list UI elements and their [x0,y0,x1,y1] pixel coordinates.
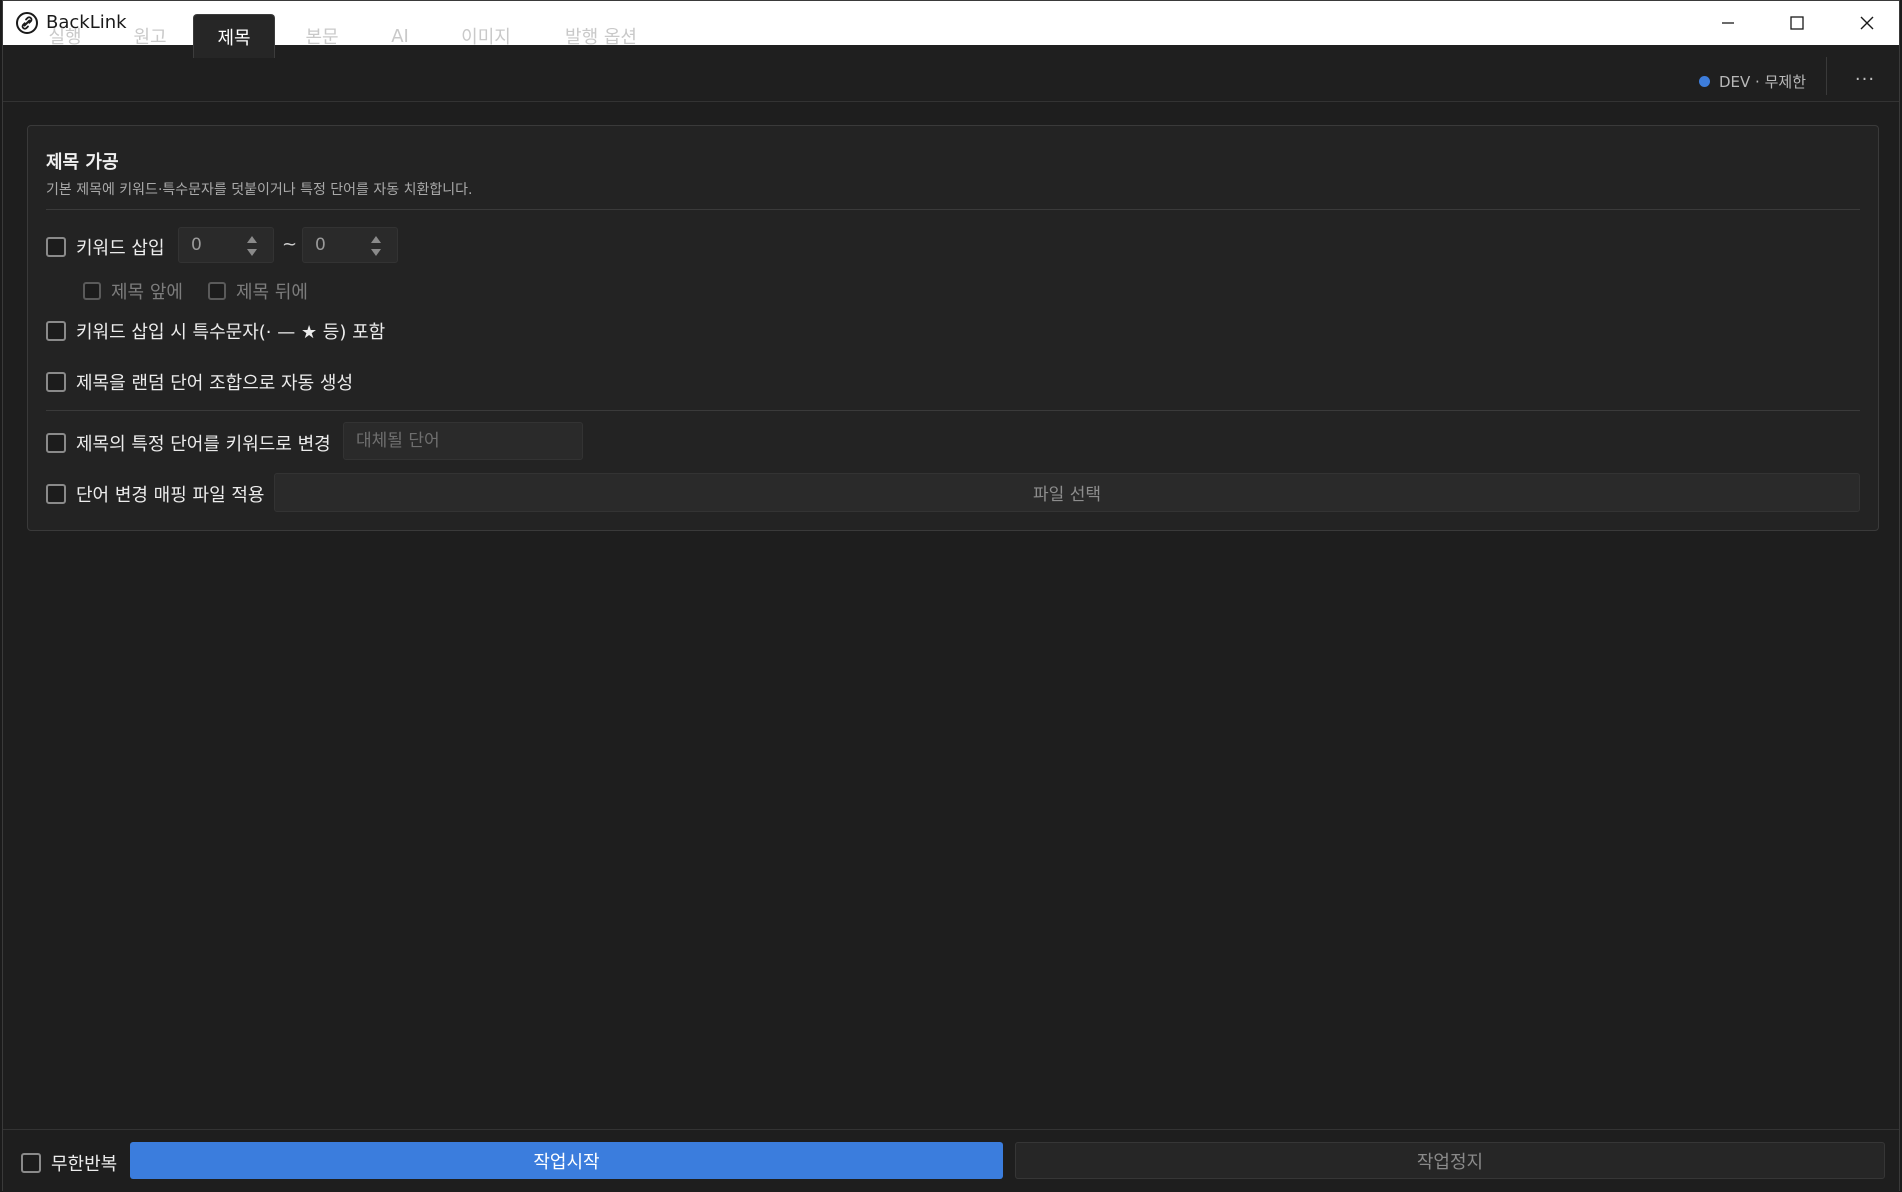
close-button[interactable] [1833,1,1901,45]
start-job-button[interactable]: 작업시작 [130,1142,1003,1179]
keyword-max-stepper[interactable]: 0 [302,227,398,263]
insert-before-title-row: 제목 앞에 [83,278,183,304]
stop-job-button[interactable]: 작업정지 [1015,1142,1885,1179]
insert-before-title-label: 제목 앞에 [111,282,183,303]
special-chars-row: 키워드 삽입 시 특수문자(· — ★ 등) 포함 [46,318,385,344]
mapping-file-checkbox[interactable] [46,484,66,504]
minimize-icon [1722,22,1734,24]
insert-after-title-label: 제목 뒤에 [236,282,308,303]
insert-after-title-row: 제목 뒤에 [208,278,308,304]
more-menu-button[interactable]: ··· [1848,63,1882,95]
mapping-file-label: 단어 변경 매핑 파일 적용 [76,485,265,506]
status-badge: DEV · 무제한 [1699,71,1806,92]
more-icon: ··· [1854,68,1876,90]
minimize-button[interactable] [1694,1,1762,45]
replace-word-row: 제목의 특정 단어를 키워드로 변경 [46,430,331,456]
tab-image[interactable]: 이미지 [449,14,523,58]
infinite-repeat-checkbox[interactable] [21,1153,41,1173]
section-divider [46,410,1860,411]
infinite-repeat-label: 무한반복 [51,1154,118,1175]
status-badge-label: DEV · 무제한 [1719,73,1806,91]
keyword-max-value: 0 [315,235,326,255]
keyword-insert-row: 키워드 삽입 [46,234,165,260]
tab-bar [3,45,1899,102]
mapping-file-row: 단어 변경 매핑 파일 적용 [46,481,265,507]
tab-title[interactable]: 제목 [193,14,275,58]
title-processing-panel: 제목 가공 기본 제목에 키워드·특수문자를 덧붙이거나 특정 단어를 자동 치… [27,125,1879,531]
status-dot-icon [1699,76,1710,87]
replace-word-checkbox[interactable] [46,433,66,453]
random-title-checkbox[interactable] [46,372,66,392]
maximize-icon [1790,16,1804,30]
keyword-insert-checkbox[interactable] [46,237,66,257]
maximize-button[interactable] [1763,1,1831,45]
stepper-arrows-icon[interactable] [245,234,259,258]
infinite-repeat-row: 무한반복 [21,1150,117,1176]
random-title-label: 제목을 랜덤 단어 조합으로 자동 생성 [76,373,354,394]
keyword-min-value: 0 [191,235,202,255]
tab-manuscript[interactable]: 원고 [118,14,182,58]
tab-divider [1826,57,1827,95]
tab-body[interactable]: 본문 [290,14,354,58]
keyword-insert-label: 키워드 삽입 [76,238,165,259]
range-separator: ~ [282,234,298,255]
close-icon [1860,16,1874,30]
insert-before-title-checkbox[interactable] [83,282,101,300]
random-title-row: 제목을 랜덤 단어 조합으로 자동 생성 [46,369,353,395]
keyword-min-stepper[interactable]: 0 [178,227,274,263]
panel-description: 기본 제목에 키워드·특수문자를 덧붙이거나 특정 단어를 자동 치환합니다. [46,182,473,198]
tab-run[interactable]: 실행 [33,14,97,58]
stepper-arrows-icon[interactable] [369,234,383,258]
app-window: BackLink 실행 원고 제목 본문 AI 이미지 발행 옵션 DEV · … [2,0,1900,1192]
section-divider [46,209,1860,210]
replace-word-label: 제목의 특정 단어를 키워드로 변경 [76,434,331,455]
title-bar: BackLink [3,1,1899,45]
tab-publish-options[interactable]: 발행 옵션 [551,14,651,58]
insert-after-title-checkbox[interactable] [208,282,226,300]
special-chars-label: 키워드 삽입 시 특수문자(· — ★ 등) 포함 [76,322,386,343]
file-select-button[interactable]: 파일 선택 [274,473,1860,512]
panel-title: 제목 가공 [46,152,119,173]
tab-ai[interactable]: AI [371,14,429,58]
special-chars-checkbox[interactable] [46,321,66,341]
replace-word-input[interactable] [343,422,583,460]
